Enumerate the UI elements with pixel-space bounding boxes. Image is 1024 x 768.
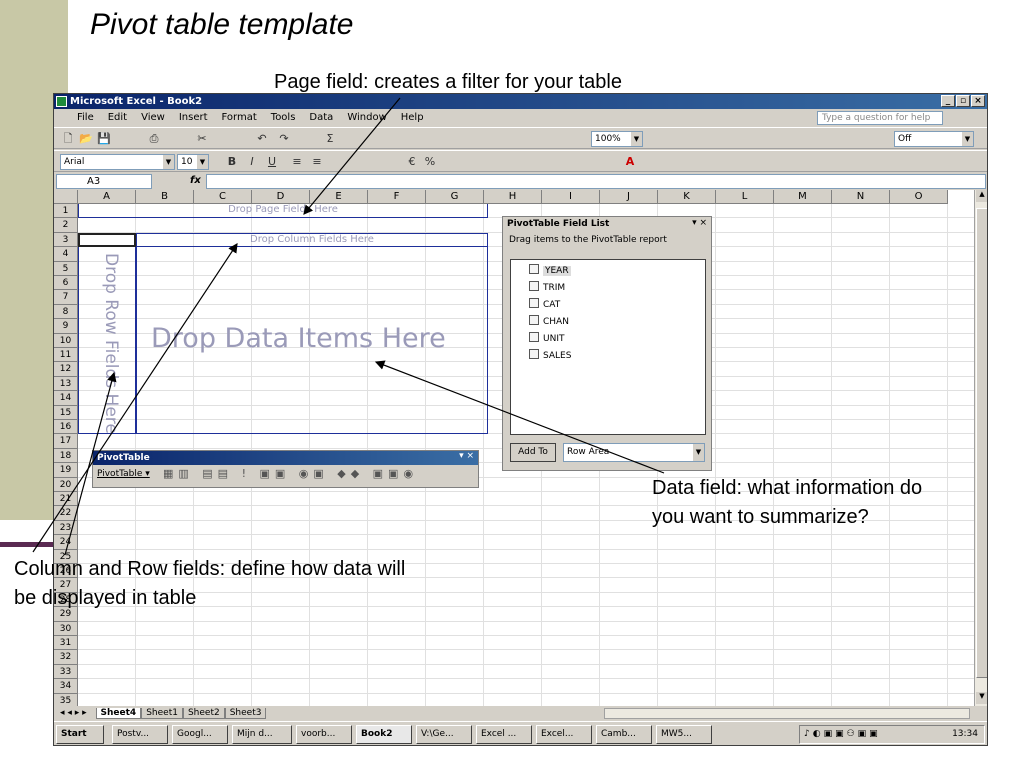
arrow-data-field [374, 360, 665, 474]
callout-data-field: Data field: what information do you want… [652, 474, 1022, 532]
callout-data-field-line1: Data field: what information do [652, 477, 923, 499]
callout-arrows [32, 97, 665, 556]
arrow-page-field [303, 97, 401, 215]
callout-data-field-line2: you want to summarize? [652, 506, 869, 528]
arrow-row-field [64, 371, 117, 556]
callout-column-row-line1: Column and Row fields: define how data w… [14, 558, 406, 580]
slide: Pivot table template Page field: creates… [0, 0, 1024, 768]
arrow-column-field [32, 242, 238, 553]
callout-column-row-line2: be displayed in table [14, 587, 197, 609]
callout-column-row: Column and Row fields: define how data w… [14, 555, 534, 613]
